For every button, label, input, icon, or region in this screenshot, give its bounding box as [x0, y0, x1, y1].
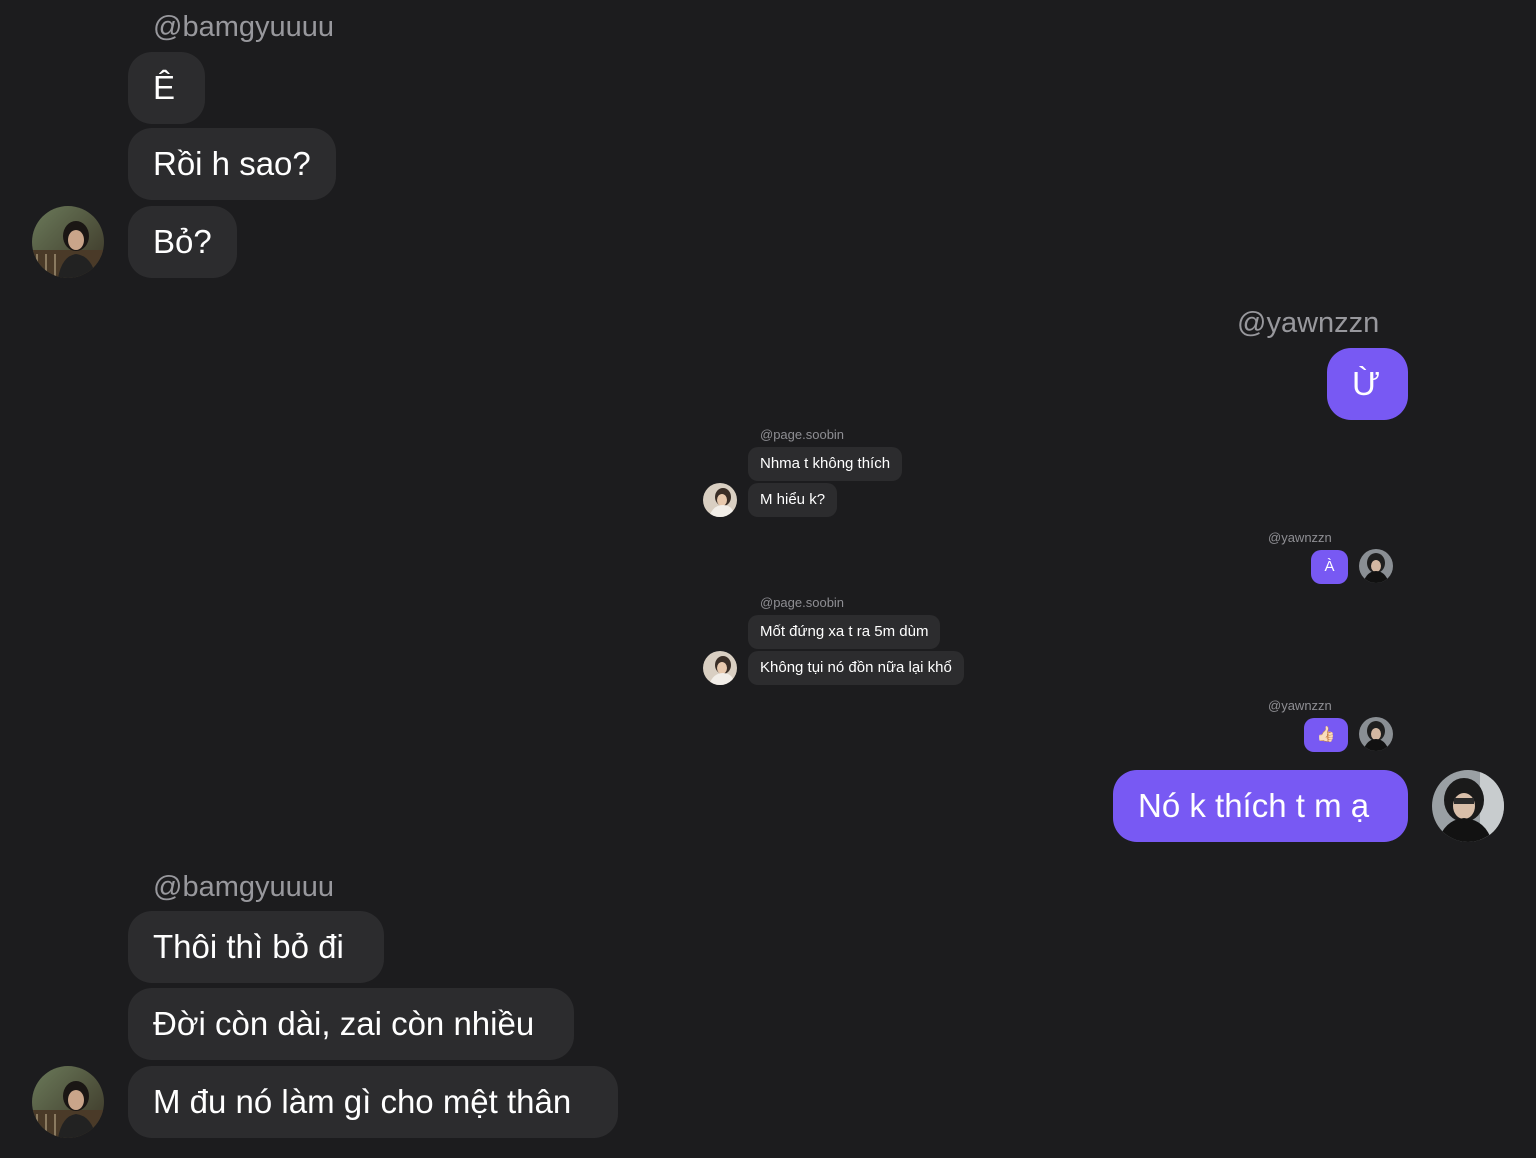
avatar-yawnzzn-icon [1359, 717, 1393, 751]
message-bubble-outgoing[interactable]: Nó k thích t m ạ [1113, 770, 1408, 842]
avatar-yawnzzn-icon [1359, 549, 1393, 583]
message-bubble-incoming[interactable]: Thôi thì bỏ đi [128, 911, 384, 983]
quoted-sender-username: @page.soobin [760, 595, 845, 610]
message-bubble-outgoing[interactable]: Ừ [1327, 348, 1408, 420]
quoted-sender-username: @yawnzzn [1268, 530, 1332, 545]
message-bubble-incoming[interactable]: Đời còn dài, zai còn nhiều [128, 988, 574, 1060]
message-bubble-incoming[interactable]: Rồi h sao? [128, 128, 336, 200]
quoted-message-bubble-outgoing thumbs-up-icon: 👍🏻 [1304, 718, 1348, 752]
sender-username-yawnzzn: @yawnzzn [1237, 307, 1380, 339]
sender-username-bamgyuuuu: @bamgyuuuu [153, 871, 334, 903]
avatar-page-soobin-icon [703, 483, 737, 517]
quoted-message-bubble-incoming: Nhma t không thích [748, 447, 903, 481]
sender-username-bamgyuuuu: @bamgyuuuu [153, 11, 334, 43]
avatar-bamgyuuuu-icon[interactable] [32, 1066, 104, 1138]
message-bubble-incoming[interactable]: M đu nó làm gì cho mệt thân [128, 1066, 618, 1138]
quoted-message-bubble-incoming: Mốt đứng xa t ra 5m dùm [748, 615, 941, 649]
quoted-sender-username: @yawnzzn [1268, 698, 1332, 713]
quoted-sender-username: @page.soobin [760, 427, 845, 442]
avatar-bamgyuuuu-icon[interactable] [32, 206, 104, 278]
message-bubble-incoming[interactable]: Ê [128, 52, 205, 124]
quoted-message-bubble-incoming: M hiểu k? [748, 483, 838, 517]
quoted-message-bubble-incoming: Không tụi nó đồn nữa lại khổ [748, 651, 964, 685]
avatar-yawnzzn-icon[interactable] [1432, 770, 1504, 842]
message-bubble-incoming[interactable]: Bỏ? [128, 206, 237, 278]
avatar-page-soobin-icon [703, 651, 737, 685]
quoted-message-bubble-outgoing: À [1311, 550, 1348, 584]
